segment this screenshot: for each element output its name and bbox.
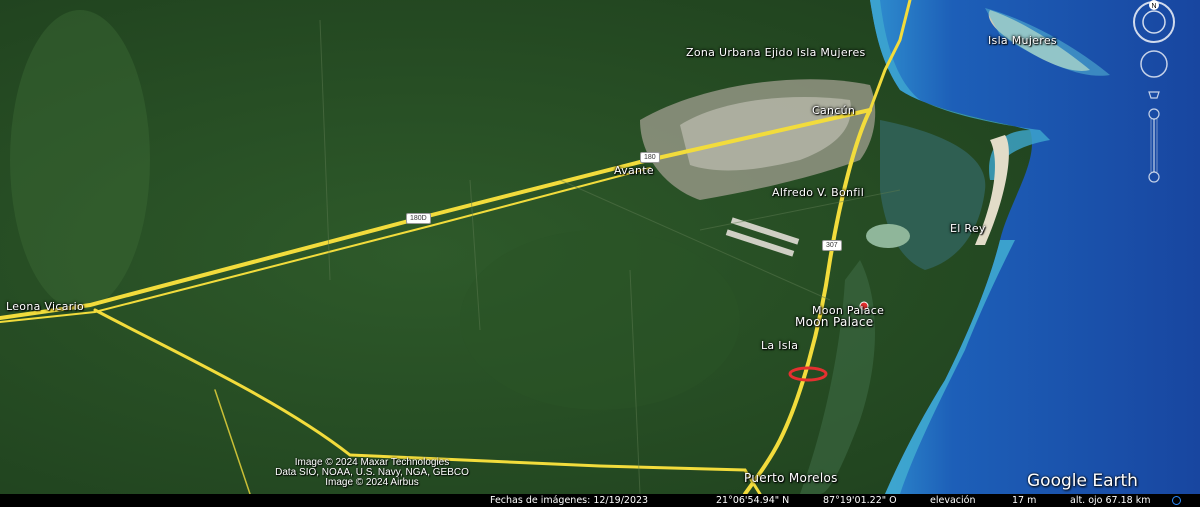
elevation-label: elevación bbox=[930, 495, 976, 506]
label-zona-urbana[interactable]: Zona Urbana Ejido Isla Mujeres bbox=[686, 46, 866, 59]
label-el-rey[interactable]: El Rey bbox=[950, 222, 986, 235]
road-shield-180d: 180D bbox=[406, 213, 431, 224]
satellite-map[interactable]: Isla Mujeres Zona Urbana Ejido Isla Muje… bbox=[0, 0, 1200, 507]
look-joystick-icon[interactable] bbox=[1140, 50, 1168, 78]
attribution-line-3: Image © 2024 Airbus bbox=[325, 477, 419, 488]
navigation-controls[interactable]: N bbox=[1125, 0, 1185, 190]
label-leona-vicario[interactable]: Leona Vicario bbox=[6, 300, 84, 313]
compass-icon[interactable]: N bbox=[1133, 0, 1175, 43]
longitude-readout: 87°19'01.22" O bbox=[823, 495, 897, 506]
label-alfredo-bonfil[interactable]: Alfredo V. Bonfil bbox=[772, 186, 864, 199]
elevation-value: 17 m bbox=[1012, 495, 1037, 506]
label-cancun[interactable]: Cancún bbox=[812, 104, 855, 117]
zoom-slider[interactable] bbox=[1148, 108, 1160, 183]
label-puerto-morelos[interactable]: Puerto Morelos bbox=[744, 471, 838, 485]
map-imagery bbox=[0, 0, 1200, 507]
label-isla-mujeres[interactable]: Isla Mujeres bbox=[988, 34, 1057, 47]
road-shield-180: 180 bbox=[640, 152, 660, 163]
latitude-readout: 21°06'54.94" N bbox=[716, 495, 790, 506]
label-moon-palace[interactable]: Moon Palace bbox=[795, 315, 873, 329]
road-shield-307: 307 bbox=[822, 240, 842, 251]
label-avante[interactable]: Avante bbox=[614, 164, 654, 177]
move-joystick-icon[interactable] bbox=[1148, 91, 1160, 99]
google-earth-logo: Google Earth bbox=[1027, 471, 1138, 491]
eye-altitude: alt. ojo 67.18 km bbox=[1070, 495, 1151, 506]
compass-north-label: N bbox=[1151, 3, 1156, 10]
imagery-attribution: Image © 2024 Maxar Technologies Data SIO… bbox=[232, 458, 512, 488]
imagery-date: Fechas de imágenes: 12/19/2023 bbox=[490, 495, 649, 506]
label-la-isla[interactable]: La Isla bbox=[761, 339, 798, 352]
status-bar: Fechas de imágenes: 12/19/2023 21°06'54.… bbox=[0, 494, 1200, 507]
streaming-indicator-icon bbox=[1172, 496, 1181, 505]
